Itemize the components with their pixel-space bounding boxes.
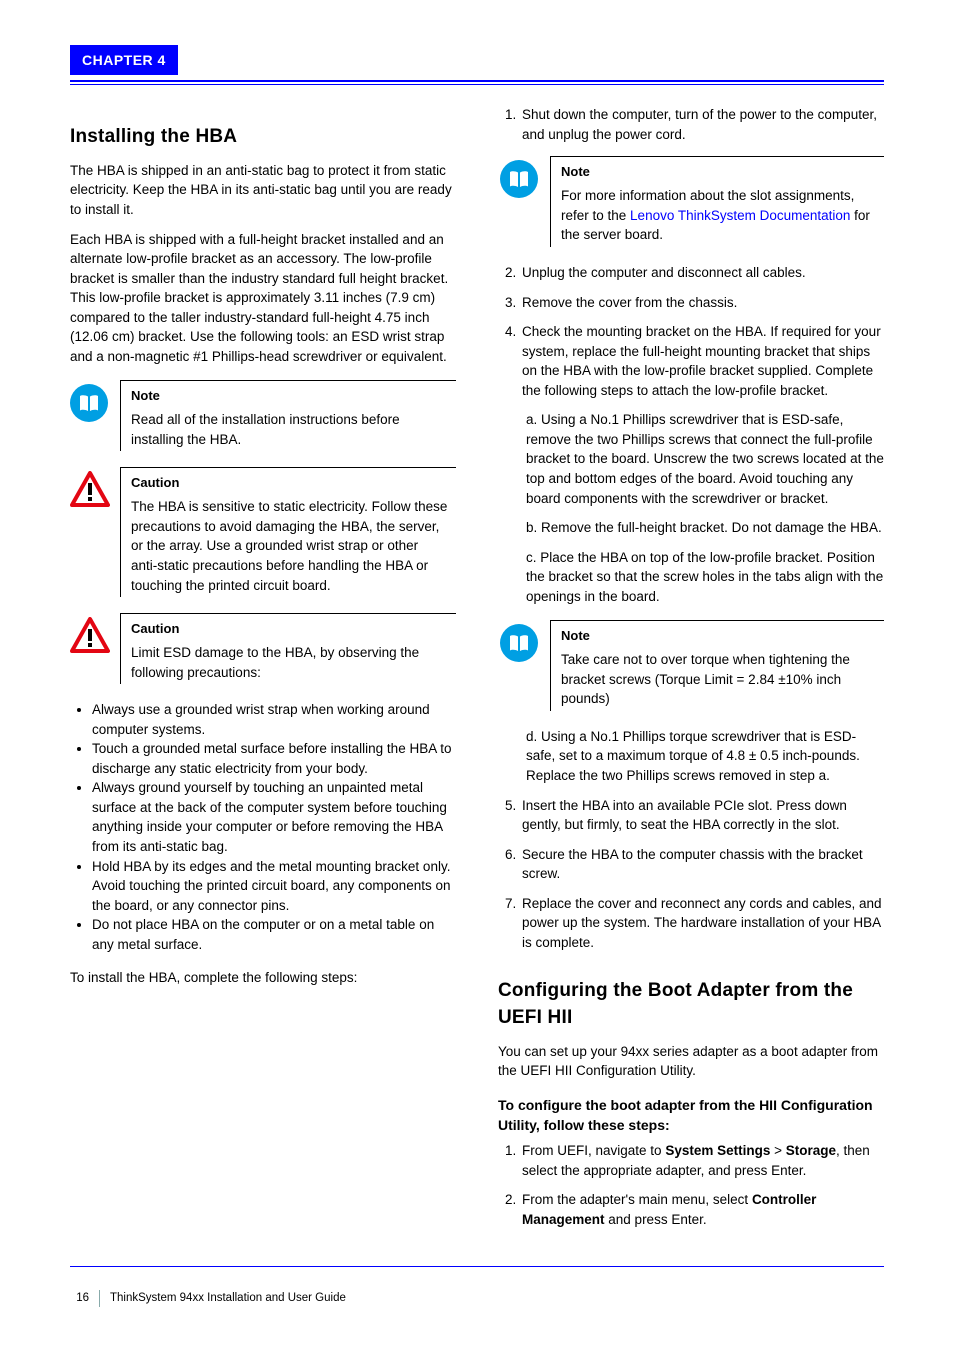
note-r2-text: Take care not to over torque when tighte… (561, 650, 880, 709)
bs1-b1: System Settings (665, 1143, 770, 1158)
bullet-5: Do not place HBA on the computer or on a… (92, 915, 456, 954)
boot-step-2: From the adapter's main menu, select Con… (520, 1190, 884, 1229)
subheading-boot-steps: To configure the boot adapter from the H… (498, 1095, 884, 1136)
footer-text: ThinkSystem 94xx Installation and User G… (100, 1290, 346, 1307)
caution-static: Caution The HBA is sensitive to static e… (70, 467, 456, 597)
warning-triangle-icon (70, 617, 110, 653)
note-text: Read all of the installation instruction… (131, 410, 452, 449)
para-intro-2: Each HBA is shipped with a full-height b… (70, 230, 456, 367)
caution-esd: Caution Limit ESD damage to the HBA, by … (70, 613, 456, 684)
boot-steps: From UEFI, navigate to System Settings >… (498, 1141, 884, 1229)
bullet-2: Touch a grounded metal surface before in… (92, 739, 456, 778)
book-icon (500, 160, 538, 198)
step-5: Insert the HBA into an available PCIe sl… (520, 796, 884, 835)
bs2-end: and press Enter. (605, 1212, 707, 1227)
bs1-m1: > (770, 1143, 785, 1158)
esd-bullets: Always use a grounded wrist strap when w… (70, 700, 456, 954)
step-6: Secure the HBA to the computer chassis w… (520, 845, 884, 884)
para-boot-intro: You can set up your 94xx series adapter … (498, 1042, 884, 1081)
note-read-instructions: Note Read all of the installation instru… (70, 380, 456, 451)
note-r1-title: Note (561, 163, 880, 182)
substep-d: d. Using a No.1 Phillips torque screwdri… (526, 727, 884, 786)
step-4: Check the mounting bracket on the HBA. I… (520, 322, 884, 786)
heading-installing-hba: Installing the HBA (70, 123, 456, 151)
caution2-text: Limit ESD damage to the HBA, by observin… (131, 643, 452, 682)
note-r1-text: For more information about the slot assi… (561, 186, 880, 245)
install-steps: Shut down the computer, turn of the powe… (498, 105, 884, 952)
caution-title: Caution (131, 474, 452, 493)
footer: 16 ThinkSystem 94xx Installation and Use… (70, 1290, 884, 1307)
bullet-3: Always ground yourself by touching an un… (92, 778, 456, 856)
para-install-steps-intro: To install the HBA, complete the followi… (70, 968, 456, 988)
heading-configuring-boot: Configuring the Boot Adapter from the UE… (498, 977, 884, 1032)
boot-step-1: From UEFI, navigate to System Settings >… (520, 1141, 884, 1180)
header-double-rule (70, 80, 884, 85)
para-intro-1: The HBA is shipped in an anti-static bag… (70, 161, 456, 220)
book-icon (500, 624, 538, 662)
note-r2-title: Note (561, 627, 880, 646)
footer-rule (70, 1266, 884, 1267)
bs1-pre: From UEFI, navigate to (522, 1143, 665, 1158)
bullet-4: Hold HBA by its edges and the metal moun… (92, 857, 456, 916)
step4-text: Check the mounting bracket on the HBA. I… (522, 324, 881, 398)
step-3: Remove the cover from the chassis. (520, 293, 884, 313)
note-title: Note (131, 387, 452, 406)
caution2-title: Caution (131, 620, 452, 639)
substep-c: c. Place the HBA on top of the low-profi… (526, 548, 884, 607)
book-icon (70, 384, 108, 422)
substep-a: a. Using a No.1 Phillips screwdriver tha… (526, 410, 884, 508)
warning-triangle-icon (70, 471, 110, 507)
bullet-1: Always use a grounded wrist strap when w… (92, 700, 456, 739)
note-torque: Note Take care not to over torque when t… (500, 620, 884, 711)
caution-text: The HBA is sensitive to static electrici… (131, 497, 452, 595)
chapter-badge: CHAPTER 4 (70, 45, 178, 75)
step-1: Shut down the computer, turn of the powe… (520, 105, 884, 247)
bs1-b2: Storage (786, 1143, 836, 1158)
right-column: Shut down the computer, turn of the powe… (498, 105, 884, 1239)
note-slot-assignments: Note For more information about the slot… (500, 156, 884, 247)
step1-text: Shut down the computer, turn of the powe… (522, 107, 877, 142)
page-number: 16 (70, 1290, 100, 1307)
substep-b: b. Remove the full-height bracket. Do no… (526, 518, 884, 538)
step-2: Unplug the computer and disconnect all c… (520, 263, 884, 283)
link-lenovo-doc[interactable]: Lenovo ThinkSystem Documentation (630, 208, 850, 223)
step-7: Replace the cover and reconnect any cord… (520, 894, 884, 953)
left-column: Installing the HBA The HBA is shipped in… (70, 105, 456, 1239)
bs2-pre: From the adapter's main menu, select (522, 1192, 752, 1207)
